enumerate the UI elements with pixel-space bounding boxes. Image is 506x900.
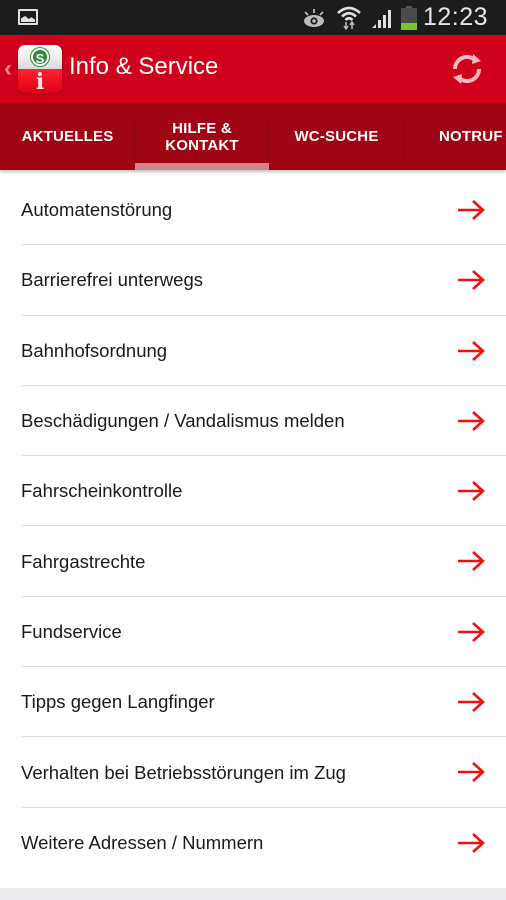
tab-notruf[interactable]: NOTRUF: [404, 103, 506, 170]
battery-icon: [401, 6, 417, 30]
list-item[interactable]: Beschädigungen / Vandalismus melden: [0, 386, 506, 457]
s-bahn-badge-icon: S: [31, 48, 49, 66]
clock: 12:23: [422, 3, 488, 31]
arrow-right-icon: [458, 551, 485, 572]
refresh-icon[interactable]: [447, 49, 487, 89]
list-item[interactable]: Bahnhofsordnung: [0, 316, 506, 386]
tab-label: NOTRUF: [439, 128, 503, 145]
info-glyph-icon: i: [35, 69, 45, 93]
list-item-label: Verhalten bei Betriebsstörungen im Zug: [21, 761, 346, 783]
arrow-right-icon: [458, 270, 485, 291]
bottom-strip: [0, 888, 506, 900]
list-item-label: Fahrgastrechte: [21, 550, 146, 572]
list-item[interactable]: Fahrscheinkontrolle: [0, 456, 506, 527]
tab-aktuelles[interactable]: AKTUELLES: [0, 103, 135, 170]
arrow-right-icon: [458, 410, 485, 431]
tab-bar: AKTUELLES HILFE & KONTAKT WC-SUCHE NOTRU…: [0, 103, 506, 170]
tab-hilfe-kontakt[interactable]: HILFE & KONTAKT: [135, 103, 269, 170]
active-tab-indicator: [135, 163, 269, 170]
list-item-label: Beschädigungen / Vandalismus melden: [21, 410, 345, 432]
list-item-label: Automatenstörung: [21, 199, 173, 221]
list-item[interactable]: Barrierefrei unterwegs: [0, 245, 506, 316]
status-bar: 12:23: [0, 0, 506, 35]
list-item-label: Tipps gegen Langfinger: [21, 691, 215, 713]
signal-icon: [372, 10, 391, 28]
arrow-right-icon: [458, 200, 485, 220]
tab-label: AKTUELLES: [21, 128, 114, 145]
gallery-notification-icon: [18, 9, 38, 25]
page-title: Info & Service: [69, 53, 219, 80]
list-item[interactable]: Weitere Adressen / Nummern: [0, 808, 506, 878]
list-item-label: Fundservice: [21, 620, 122, 642]
wifi-icon: [337, 6, 361, 30]
list-item[interactable]: Fahrgastrechte: [0, 526, 506, 597]
list-item[interactable]: Tipps gegen Langfinger: [0, 667, 506, 738]
list-item[interactable]: Automatenstörung: [0, 175, 506, 246]
tab-wc-suche[interactable]: WC-SUCHE: [269, 103, 404, 170]
back-chevron-icon[interactable]: ‹: [4, 55, 12, 83]
tab-label: WC-SUCHE: [294, 128, 379, 145]
list-item-label: Weitere Adressen / Nummern: [21, 831, 264, 853]
list-item[interactable]: Verhalten bei Betriebsstörungen im Zug: [0, 737, 506, 808]
arrow-right-icon: [458, 340, 485, 361]
list-item-label: Barrierefrei unterwegs: [21, 269, 203, 291]
list-item[interactable]: Fundservice: [0, 597, 506, 668]
arrow-right-icon: [458, 832, 485, 853]
list-item-label: Fahrscheinkontrolle: [21, 480, 183, 502]
arrow-right-icon: [458, 481, 485, 502]
help-contact-list: Automatenstörung Barrierefrei unterwegs …: [0, 175, 506, 878]
app-logo[interactable]: S i: [18, 45, 62, 93]
arrow-right-icon: [458, 621, 485, 642]
action-bar: ‹ S i Info & Service: [0, 35, 506, 103]
list-item-label: Bahnhofsordnung: [21, 339, 168, 361]
arrow-right-icon: [458, 692, 485, 713]
tab-label: HILFE & KONTAKT: [165, 119, 239, 154]
eye-icon: [304, 9, 324, 27]
arrow-right-icon: [458, 762, 485, 783]
